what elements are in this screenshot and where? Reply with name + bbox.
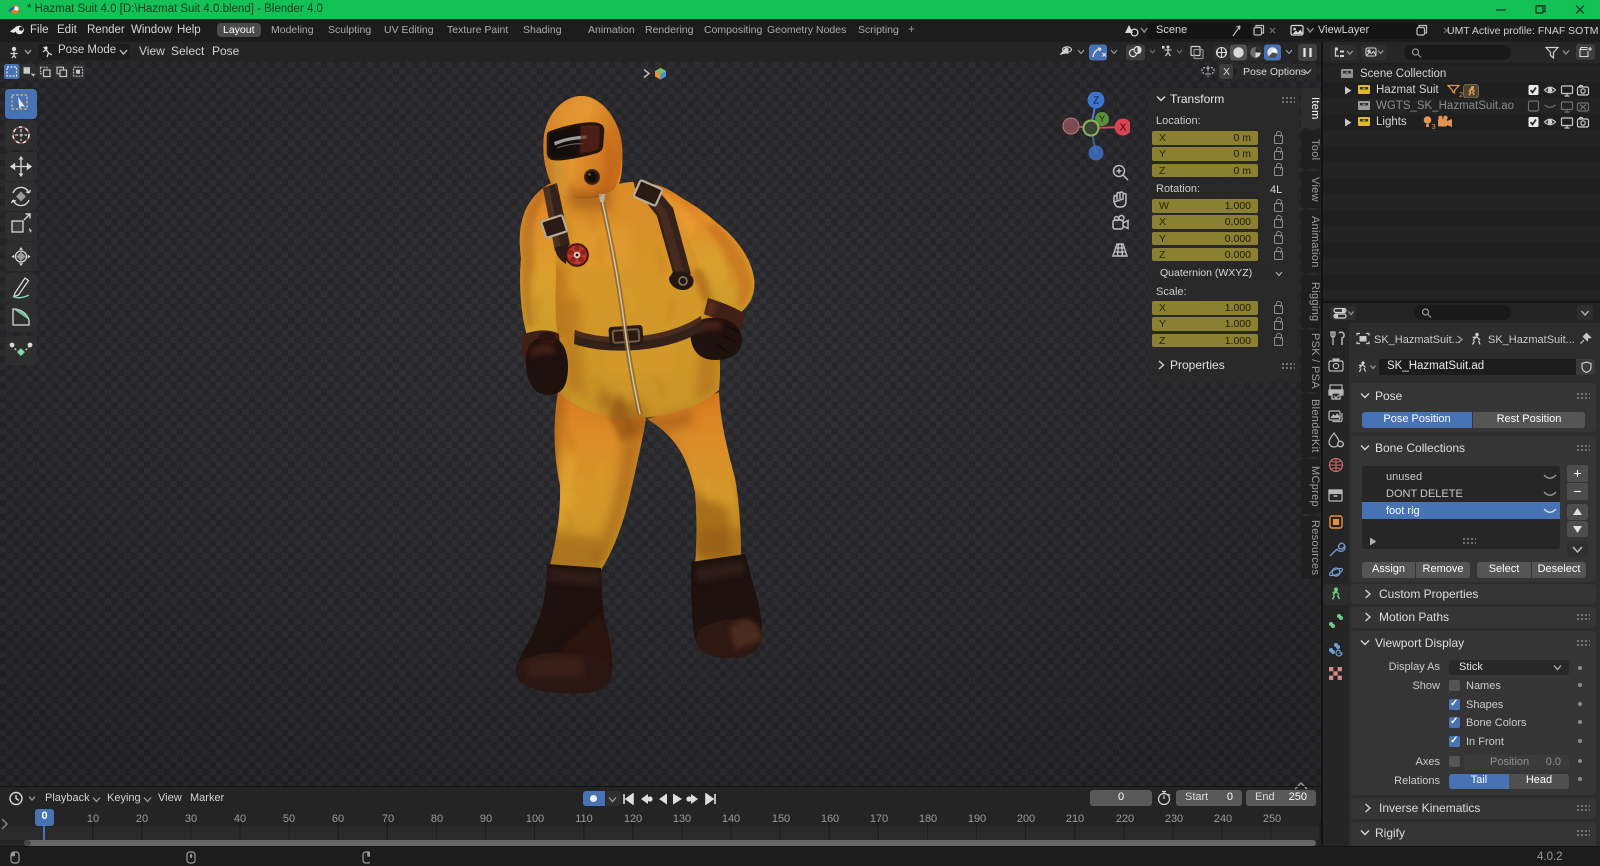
svg-text:Z: Z [1093, 96, 1099, 107]
svg-text:X: X [1120, 123, 1127, 134]
svg-text:2: 2 [1459, 90, 1463, 98]
svg-text:Y: Y [1099, 114, 1105, 124]
svg-text:3: 3 [1432, 122, 1436, 130]
